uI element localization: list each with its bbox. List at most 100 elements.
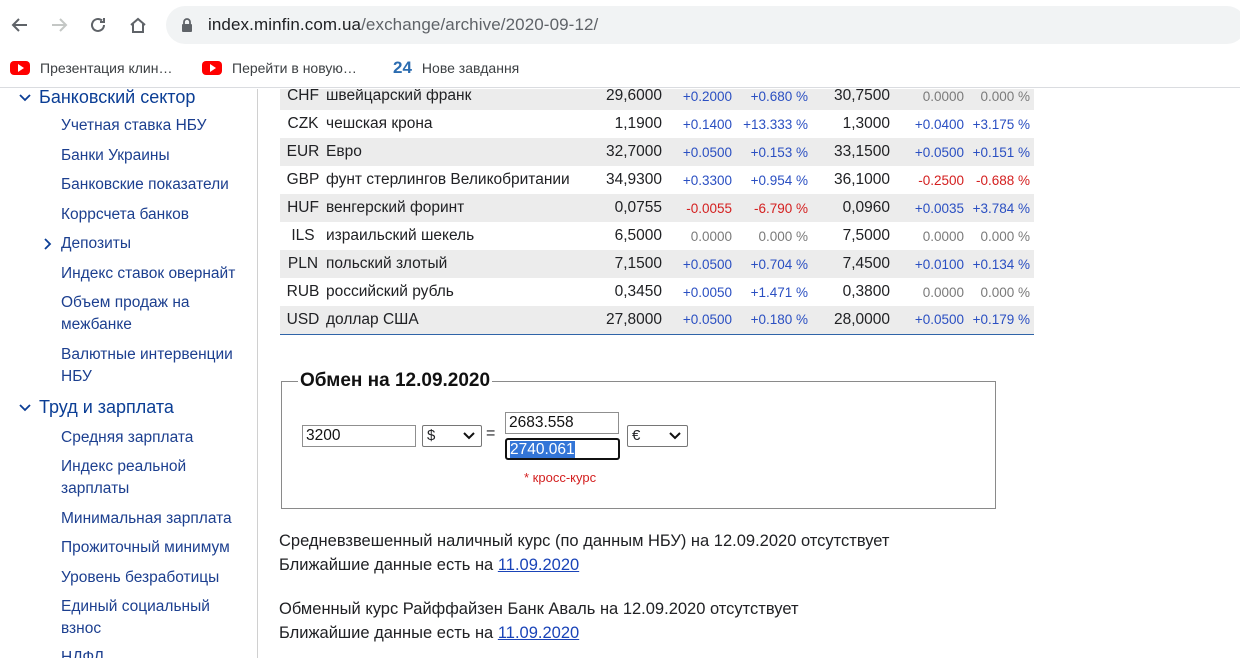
address-bar[interactable]: index.minfin.com.ua/exchange/archive/202… xyxy=(166,6,1240,44)
cell-sell: 0,3800 xyxy=(842,283,890,300)
cell-sell: 30,7500 xyxy=(808,89,890,110)
sidebar-item-unemployment[interactable]: Уровень безработицы xyxy=(61,567,251,589)
cross-rate-note: * кросс-курс xyxy=(524,470,597,485)
bookmark-presentation[interactable]: Презентация клин… xyxy=(10,58,172,78)
reload-button[interactable] xyxy=(81,8,115,42)
sidebar-item-min-salary[interactable]: Минимальная зарплата xyxy=(61,508,251,530)
table-row: CZK чешская крона 1,1900 +0.1400 +13.333 % 1,… xyxy=(280,110,1034,138)
table-row: RUB российский рубль 0,3450 +0.0050 +1.471 %… xyxy=(280,278,1034,306)
sidebar-section-label: Банковский сектор xyxy=(39,89,196,107)
sidebar-item-banks[interactable]: Банки Украины xyxy=(61,145,251,167)
nearest-date-link[interactable]: 11.09.2020 xyxy=(498,556,579,574)
to-currency-select[interactable]: € xyxy=(627,425,688,447)
cell-buy-ch: +0.0500 xyxy=(662,138,732,166)
cell-sell-ch: +0.0500 xyxy=(890,138,964,166)
sidebar-section-bank[interactable]: Банковский сектор xyxy=(18,89,195,108)
sidebar-section-labor[interactable]: Труд и зарплата xyxy=(18,397,174,418)
bank-note-text: Обменный курс Райффайзен Банк Аваль на 1… xyxy=(279,600,799,618)
sidebar-item-overnight[interactable]: Индекс ставок овернайт xyxy=(61,263,251,285)
sidebar-item-interventions[interactable]: Валютные интервенции НБУ xyxy=(61,344,251,388)
sidebar-item-interbank[interactable]: Объем продаж на межбанке xyxy=(61,292,251,336)
cell-buy-pct: +0.153 % xyxy=(732,138,808,166)
cell-sell-pct: +0.179 % xyxy=(964,306,1034,335)
bookmark-label: Нове завдання xyxy=(421,60,520,76)
sidebar-item-subsistence[interactable]: Прожиточный минимум xyxy=(61,537,251,559)
nearest-label: Ближайшие данные есть на xyxy=(279,624,494,642)
cell-sell-pct: +0.134 % xyxy=(964,250,1034,278)
cell-buy-pct: 0.000 % xyxy=(758,228,808,244)
cell-buy-ch: +0.0500 xyxy=(662,306,732,335)
result-field-2[interactable]: 2740.061 xyxy=(505,438,620,460)
sidebar-item-corr-accounts[interactable]: Коррсчета банков xyxy=(61,204,251,226)
result-field-2-value: 2740.061 xyxy=(510,441,575,458)
rates-table: CHF швейцарский франк 29,6000 +0.2000 +0.680… xyxy=(280,89,1034,335)
cell-sell-pct: 0.000 % xyxy=(980,284,1030,300)
cell-code: HUF xyxy=(280,194,322,222)
cell-buy-pct: +1.471 % xyxy=(750,284,808,300)
home-icon xyxy=(130,17,146,33)
cell-buy-pct: +0.680 % xyxy=(732,89,808,110)
cell-buy: 6,5000 xyxy=(614,227,662,244)
sidebar-item-ndfl[interactable]: НДФЛ xyxy=(61,647,251,658)
cell-sell-ch: +0.0500 xyxy=(890,306,964,335)
sidebar-item-real-salary[interactable]: Индекс реальной зарплаты xyxy=(61,456,251,500)
exchange-title: Обмен на 12.09.2020 xyxy=(298,370,493,392)
cell-buy-pct: +13.333 % xyxy=(743,116,808,132)
cell-buy-ch: 0.0000 xyxy=(690,228,732,244)
cell-sell-pct: 0.000 % xyxy=(980,228,1030,244)
bookmark-goto[interactable]: Перейти в новую… xyxy=(202,58,357,78)
result-field-1[interactable]: 2683.558 xyxy=(505,412,619,434)
back-button[interactable] xyxy=(3,8,37,42)
cell-code: PLN xyxy=(280,250,322,278)
sidebar-section-label: Труд и зарплата xyxy=(39,397,174,417)
cell-code: GBP xyxy=(286,171,320,188)
sidebar: Банковский сектор Учетная ставка НБУ Бан… xyxy=(0,89,258,658)
cell-name: венгерский форинт xyxy=(322,194,596,222)
cell-buy: 7,1500 xyxy=(596,250,662,278)
page-content: Банковский сектор Учетная ставка НБУ Бан… xyxy=(0,89,1240,658)
from-currency-select[interactable]: $ xyxy=(422,425,482,447)
chevron-down-icon xyxy=(19,403,31,411)
table-row: USD доллар США 27,8000 +0.0500 +0.180 % 28,00… xyxy=(280,306,1034,335)
forward-button[interactable] xyxy=(42,8,76,42)
cell-buy: 29,6000 xyxy=(596,89,662,110)
browser-toolbar: index.minfin.com.ua/exchange/archive/202… xyxy=(0,0,1240,50)
cell-buy-pct: +0.704 % xyxy=(732,250,808,278)
sidebar-item-esv[interactable]: Единый социальный взнос xyxy=(61,596,251,640)
cell-code: EUR xyxy=(280,138,322,166)
chevron-down-icon xyxy=(669,432,681,440)
amount-input[interactable]: 3200 xyxy=(302,425,416,447)
cell-name: польский злотый xyxy=(322,250,596,278)
cell-sell-ch: -0.2500 xyxy=(918,172,964,188)
back-arrow-icon xyxy=(11,18,27,32)
cell-name: израильский шекель xyxy=(326,227,475,244)
bookmark-label: Перейти в новую… xyxy=(232,60,357,76)
cell-name: Евро xyxy=(322,138,596,166)
bookmark-label: Презентация клин… xyxy=(40,60,173,76)
nbu-note-text: Средневзвешенный наличный курс (по данны… xyxy=(279,532,890,550)
nearest-label: Ближайшие данные есть на xyxy=(279,556,494,574)
cell-name: российский рубль xyxy=(326,283,454,300)
bookmarks-bar: Презентация клин… Перейти в новую… 24 Нов… xyxy=(0,50,1240,88)
cell-code: USD xyxy=(280,306,322,335)
cell-buy-ch: +0.3300 xyxy=(682,172,732,188)
sidebar-item-bank-indicators[interactable]: Банковские показатели xyxy=(61,174,251,196)
bitrix24-icon: 24 xyxy=(393,58,412,77)
sidebar-item-nbu-rate[interactable]: Учетная ставка НБУ xyxy=(61,115,251,137)
cell-buy-pct: -6.790 % xyxy=(732,194,808,222)
bookmark-new-task[interactable]: 24 Нове завдання xyxy=(393,58,519,78)
cell-name: доллар США xyxy=(322,306,596,335)
bank-note-nearest: Ближайшие данные есть на 11.09.2020 xyxy=(279,621,799,645)
cell-sell-ch: 0.0000 xyxy=(922,284,964,300)
cell-sell: 0,0960 xyxy=(808,194,890,222)
table-row: EUR Евро 32,7000 +0.0500 +0.153 % 33,1500 +0.0… xyxy=(280,138,1034,166)
sidebar-item-deposits[interactable]: Депозиты xyxy=(61,233,251,255)
chevron-down-icon xyxy=(19,93,31,101)
home-button[interactable] xyxy=(121,8,155,42)
cell-buy-ch: +0.1400 xyxy=(682,116,732,132)
cell-buy-ch: +0.0050 xyxy=(682,284,732,300)
nbu-note-nearest: Ближайшие данные есть на 11.09.2020 xyxy=(279,553,890,577)
sidebar-item-avg-salary[interactable]: Средняя зарплата xyxy=(61,427,251,449)
nearest-date-link[interactable]: 11.09.2020 xyxy=(498,624,579,642)
table-row: ILS израильский шекель 6,5000 0.0000 0.000 %… xyxy=(280,222,1034,250)
